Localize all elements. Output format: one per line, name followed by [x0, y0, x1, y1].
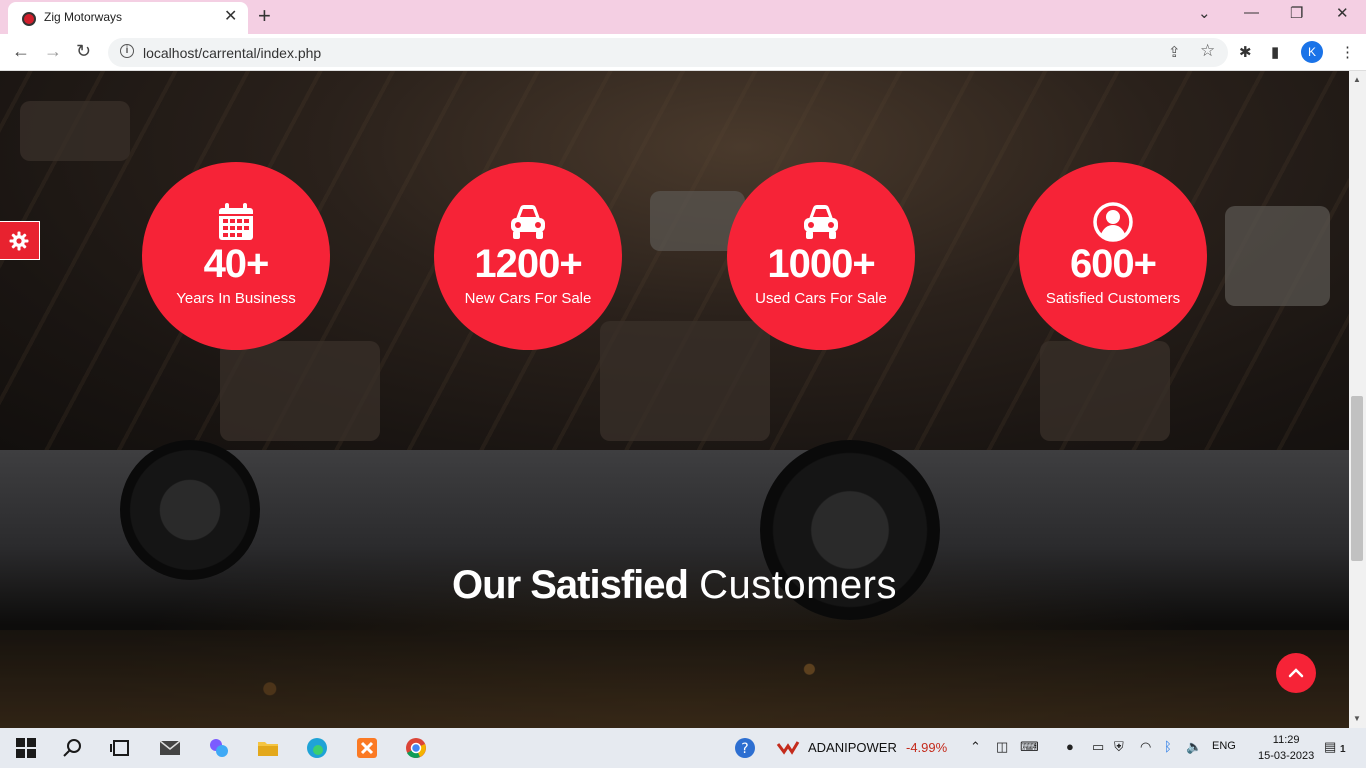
scrollbar-thumb[interactable]: [1351, 396, 1363, 561]
scroll-to-top-button[interactable]: [1276, 653, 1316, 693]
xampp-icon[interactable]: [355, 736, 379, 760]
reload-button[interactable]: ↻: [76, 41, 91, 62]
stat-label: Satisfied Customers: [1045, 290, 1181, 307]
volume-icon[interactable]: 🔈: [1186, 739, 1202, 755]
background-car: [220, 341, 380, 441]
background-wheel: [120, 440, 260, 580]
wifi-icon[interactable]: ◠: [1140, 739, 1151, 755]
chrome-icon[interactable]: [404, 736, 428, 760]
browser-tab[interactable]: Zig Motorways ✕: [8, 2, 248, 34]
bluetooth-icon[interactable]: ᛒ: [1164, 739, 1172, 754]
car-icon: [511, 205, 545, 239]
bookmark-star-icon[interactable]: ☆: [1200, 41, 1215, 61]
section-title-bold: Our Satisfied: [452, 563, 689, 607]
page-viewport: 40+ Years In Business 1200+ New Cars For…: [0, 71, 1366, 728]
stat-new-cars: 1200+ New Cars For Sale: [434, 162, 622, 350]
edge-browser-icon[interactable]: [305, 736, 329, 760]
windows-start-icon[interactable]: [14, 736, 38, 760]
network-globe-icon[interactable]: ●: [1066, 739, 1074, 754]
share-icon[interactable]: ⇪: [1168, 43, 1181, 61]
side-panel-icon[interactable]: ▮: [1271, 43, 1279, 61]
background-car: [20, 101, 130, 161]
scroll-up-arrow-icon[interactable]: ▲: [1353, 75, 1361, 84]
settings-toggle-button[interactable]: [0, 221, 40, 260]
touch-keyboard-icon[interactable]: ⌨: [1020, 739, 1039, 755]
address-bar[interactable]: i localhost/carrental/index.php ⇪ ☆: [108, 38, 1228, 67]
calendar-icon: [219, 203, 253, 240]
customers-section: Our Satisfied Customers: [0, 440, 1349, 728]
minimize-button[interactable]: —: [1244, 4, 1259, 21]
taskbar: ? ADANIPOWER -4.99% ⌃ ◫ ⌨ ● ▭ ⛨ ◠ ᛒ 🔈 EN…: [0, 728, 1366, 768]
stat-label: Used Cars For Sale: [755, 290, 887, 307]
section-title-light: Customers: [699, 563, 897, 607]
extensions-icon[interactable]: ✱: [1239, 43, 1252, 61]
site-favicon-icon: [22, 12, 36, 26]
car-icon: [804, 205, 838, 239]
meet-now-icon[interactable]: ◫: [996, 739, 1008, 755]
background-car: [1225, 206, 1330, 306]
restore-button[interactable]: ❐: [1290, 4, 1303, 22]
help-icon[interactable]: ?: [733, 736, 757, 760]
background-car: [1040, 341, 1170, 441]
svg-text:?: ?: [741, 741, 748, 757]
close-window-button[interactable]: ✕: [1336, 4, 1349, 22]
ticker-name[interactable]: ADANIPOWER: [808, 740, 897, 755]
show-hidden-icons-icon[interactable]: ⌃: [970, 739, 981, 755]
site-info-icon[interactable]: i: [120, 44, 134, 58]
mail-icon[interactable]: [158, 736, 182, 760]
copilot-icon[interactable]: [207, 736, 231, 760]
url-text: localhost/carrental/index.php: [143, 45, 322, 61]
browser-toolbar: ← → ↻ i localhost/carrental/index.php ⇪ …: [0, 34, 1366, 71]
page-scrollbar[interactable]: ▲ ▼: [1349, 71, 1366, 728]
tab-search-icon[interactable]: ⌄: [1198, 4, 1211, 22]
ticker-change: -4.99%: [906, 740, 948, 755]
stats-section: 40+ Years In Business 1200+ New Cars For…: [0, 71, 1349, 450]
stat-number: 600+: [1069, 242, 1157, 286]
new-tab-button[interactable]: +: [258, 3, 271, 29]
stat-label: New Cars For Sale: [464, 290, 592, 307]
stat-years-in-business: 40+ Years In Business: [142, 162, 330, 350]
clock[interactable]: 11:29 15-03-2023: [1258, 732, 1314, 764]
profile-avatar[interactable]: K: [1301, 41, 1323, 63]
notification-count-badge: 1: [1340, 744, 1346, 755]
back-button[interactable]: ←: [12, 41, 30, 62]
stock-ticker-icon[interactable]: [776, 736, 800, 760]
background-car: [600, 321, 770, 441]
task-view-icon[interactable]: [108, 736, 132, 760]
user-circle-icon: [1093, 202, 1133, 242]
stat-number: 1000+: [767, 242, 875, 286]
stat-number: 1200+: [474, 242, 582, 286]
stat-satisfied-customers: 600+ Satisfied Customers: [1019, 162, 1207, 350]
stat-used-cars: 1000+ Used Cars For Sale: [727, 162, 915, 350]
close-tab-icon[interactable]: ✕: [224, 6, 237, 26]
clock-time: 11:29: [1272, 734, 1300, 746]
tab-title: Zig Motorways: [44, 10, 123, 24]
input-language[interactable]: ENG: [1212, 740, 1236, 752]
file-explorer-icon[interactable]: [256, 736, 280, 760]
stat-number: 40+: [203, 242, 270, 286]
notifications-icon[interactable]: ▤: [1324, 739, 1336, 755]
battery-icon[interactable]: ▭: [1092, 739, 1104, 755]
tab-strip: Zig Motorways ✕ + ⌄ — ❐ ✕: [0, 0, 1366, 34]
clock-date: 15-03-2023: [1258, 750, 1315, 762]
screen: Zig Motorways ✕ + ⌄ — ❐ ✕ ← → ↻ i localh…: [0, 0, 1366, 768]
forward-button[interactable]: →: [44, 41, 62, 62]
search-icon[interactable]: [60, 736, 84, 760]
chevron-up-icon: [1288, 668, 1304, 678]
security-shield-icon[interactable]: ⛨: [1114, 739, 1124, 755]
browser-menu-icon[interactable]: ⋮: [1340, 43, 1355, 61]
background-leaves: [0, 630, 1349, 728]
section-title: Our Satisfied Customers: [0, 561, 1349, 609]
gear-icon: [9, 231, 29, 251]
stat-label: Years In Business: [176, 290, 296, 307]
scroll-down-arrow-icon[interactable]: ▼: [1353, 714, 1361, 723]
